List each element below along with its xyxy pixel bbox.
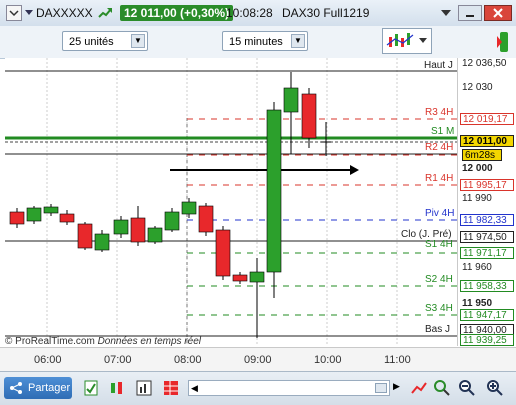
price-change-badge: 12 011,00 (+0,30%) (120, 5, 234, 21)
indicator-chart-icon (386, 33, 427, 47)
units-select-value: 25 unités (69, 36, 114, 48)
timeframe-select-value: 15 minutes (229, 36, 283, 48)
level-label-piv: Piv 4H (425, 208, 455, 219)
minimize-button[interactable] (458, 5, 482, 21)
collapse-icon[interactable] (440, 7, 452, 22)
candle (130, 206, 146, 246)
price-label: 11 990 (462, 193, 492, 204)
time-label: 11:00 (384, 354, 411, 366)
price-label-r1: 11 995,17 (460, 179, 514, 191)
share-icon (10, 382, 22, 394)
level-label-r1: R1 4H (425, 173, 454, 184)
chevron-down-icon[interactable]: ▼ (291, 34, 305, 48)
price-label: 12 030 (462, 82, 493, 93)
title-bar: DAXXXXX 12 011,00 (+0,30%) 10:08:28 DAX3… (0, 0, 516, 27)
auto-scroll-icon[interactable] (410, 379, 428, 397)
copyright-note: © ProRealTime.com Données en temps réel (5, 336, 201, 347)
time-label: 07:00 (104, 354, 132, 366)
candle (77, 222, 93, 250)
candles-icon[interactable] (108, 379, 126, 397)
zoom-out-icon[interactable] (458, 379, 476, 397)
indicators-button[interactable] (382, 28, 432, 54)
draw-tool-icon[interactable] (82, 379, 100, 397)
candle-countdown: 6m28s (462, 149, 502, 161)
bar-chart-icon[interactable] (135, 379, 153, 397)
level-label-s3: S3 4H (425, 303, 453, 314)
time-label: 06:00 (34, 354, 62, 366)
dropdown-arrow-icon[interactable] (24, 6, 34, 21)
candle (9, 208, 25, 228)
price-label: 11 960 (462, 262, 492, 273)
candle (232, 272, 248, 284)
zoom-range-icon[interactable] (433, 379, 451, 397)
level-label-s1m: S1 M (431, 126, 455, 137)
candle (26, 206, 42, 224)
bottom-toolbar: Partager ◀ ▶ (0, 371, 516, 405)
current-price-label: 12 011,00 (460, 135, 514, 147)
scroll-right-icon[interactable]: ▶ (393, 381, 400, 392)
units-select[interactable]: 25 unités ▼ (62, 31, 148, 51)
timeframe-select[interactable]: 15 minutes ▼ (222, 31, 308, 51)
trend-arrow-icon (97, 5, 113, 24)
level-label-s2: S2 4H (425, 274, 453, 285)
time-label: 08:00 (174, 354, 202, 366)
candle (147, 226, 163, 244)
realtime-note: Données en temps réel (97, 336, 201, 347)
clock-time: 10:08:28 (226, 6, 273, 20)
price-label: 12 036,50 (462, 58, 507, 69)
scroll-thumb[interactable] (375, 383, 387, 393)
candle (113, 216, 129, 238)
copyright-text: © ProRealTime.com (5, 336, 95, 347)
share-button[interactable]: Partager (4, 377, 72, 399)
level-label-r2: R2 4H (425, 142, 454, 153)
candle (43, 204, 59, 216)
drawn-arrow-head (350, 165, 359, 175)
level-label-r3: R3 4H (425, 107, 454, 118)
candle (181, 198, 197, 218)
candlestick-chart[interactable] (5, 58, 457, 346)
price-label-s2: 11 958,33 (460, 280, 514, 292)
candle (94, 230, 110, 252)
price-chart[interactable]: Haut J R3 4H S1 M R2 4H R1 4H Piv 4H Clo… (5, 58, 457, 346)
side-panel-icon[interactable] (494, 30, 512, 57)
symbol-label[interactable]: DAXXXXX (36, 6, 93, 20)
price-axis[interactable]: 12 036,50 12 030 12 019,17 12 011,00 6m2… (457, 58, 516, 346)
candle (215, 226, 231, 280)
candle (59, 210, 75, 225)
zoom-in-icon[interactable] (486, 379, 504, 397)
close-button[interactable] (484, 5, 512, 21)
price-label-s3: 11 947,17 (460, 309, 514, 321)
candle (249, 258, 265, 338)
chart-toolbar: 25 unités ▼ 15 minutes ▼ (0, 26, 516, 59)
grid-layout-icon[interactable] (162, 379, 180, 397)
candle (198, 203, 214, 236)
candle (164, 208, 180, 232)
level-label-bas: Bas J (425, 324, 451, 335)
time-label: 10:00 (314, 354, 342, 366)
time-label: 09:00 (244, 354, 272, 366)
share-button-label: Partager (28, 382, 71, 394)
window-menu-icon[interactable] (6, 5, 22, 21)
candle (266, 102, 282, 298)
price-label-s1: 11 971,17 (460, 247, 514, 259)
scroll-left-icon[interactable]: ◀ (191, 383, 198, 394)
level-label-s1: S1 4H (425, 239, 453, 250)
chevron-down-icon[interactable]: ▼ (131, 34, 145, 48)
price-label: 12 000 (462, 163, 493, 174)
price-label-r3: 12 019,17 (460, 113, 514, 125)
price-label-close: 11 974,50 (460, 231, 514, 243)
price-label-pivot: 11 982,33 (460, 214, 514, 226)
horizontal-scrollbar[interactable]: ◀ (188, 380, 390, 396)
price-label: 11 939,25 (460, 334, 514, 346)
time-axis[interactable]: 06:00 07:00 08:00 09:00 10:00 11:00 (0, 347, 516, 372)
instrument-name: DAX30 Full1219 (282, 6, 370, 20)
level-label-haut: Haut J (424, 60, 453, 71)
